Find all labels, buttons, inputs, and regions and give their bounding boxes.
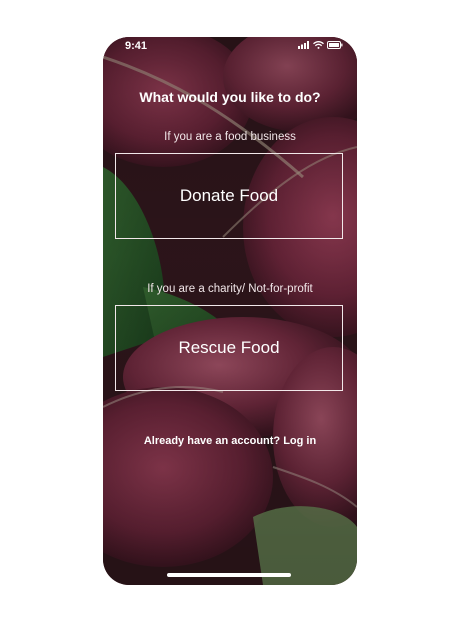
login-link[interactable]: Already have an account? Log in [103,435,357,447]
status-bar: 9:41 [103,37,357,55]
home-indicator [167,573,291,577]
battery-icon [327,41,343,49]
rescue-food-button[interactable]: Rescue Food [115,305,343,391]
donate-food-button[interactable]: Donate Food [115,153,343,239]
business-prompt: If you are a food business [164,131,296,143]
signal-icon [298,41,309,49]
status-time: 9:41 [125,40,148,52]
phone-screen: 9:41 What would you like to do? If you a… [103,37,357,585]
rescue-food-label: Rescue Food [178,338,280,357]
status-icons [298,41,343,49]
donate-food-label: Donate Food [179,186,279,205]
wifi-icon [313,41,324,49]
page-title: What would you like to do? [139,89,321,105]
charity-prompt: If you are a charity/ Not-for-profit [147,283,313,295]
